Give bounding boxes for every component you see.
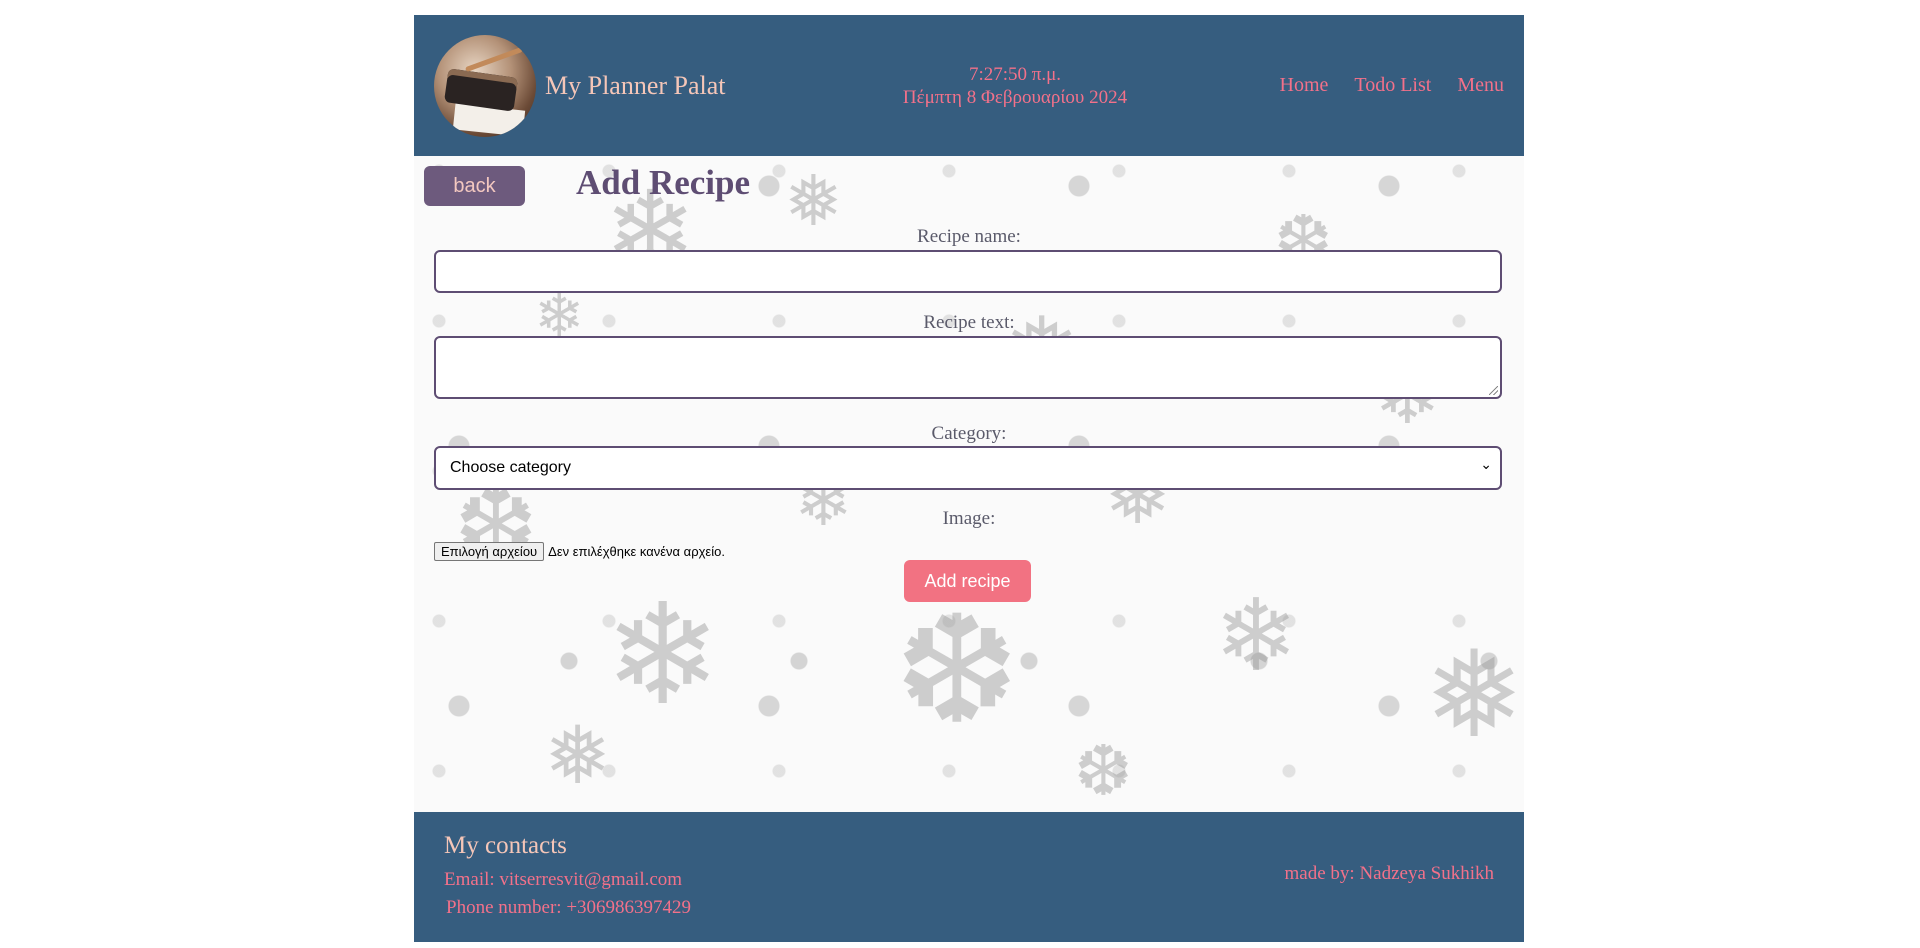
category-select[interactable]: Choose category ⌄ <box>434 446 1502 490</box>
file-status-text: Δεν επιλέχθηκε κανένα αρχείο. <box>548 544 725 559</box>
recipe-text-label: Recipe text: <box>923 312 1015 333</box>
nav-home-link[interactable]: Home <box>1280 74 1329 97</box>
chevron-down-icon: ⌄ <box>1480 456 1492 472</box>
site-header: My Planner Palat 7:27:50 π.μ. Πέμπτη 8 Φ… <box>414 15 1524 156</box>
recipe-text-area[interactable] <box>434 336 1502 399</box>
choose-file-button[interactable]: Επιλογή αρχείου <box>434 542 545 561</box>
category-label: Category: <box>931 423 1007 444</box>
image-file-input: Επιλογή αρχείου Δεν επιλέχθηκε κανένα αρ… <box>434 542 725 561</box>
site-footer: My contacts Email: vitserresvit@gmail.co… <box>414 812 1524 942</box>
snowflake-icon: ❅ <box>544 709 612 802</box>
page: My Planner Palat 7:27:50 π.μ. Πέμπτη 8 Φ… <box>414 15 1524 942</box>
contacts-heading: My contacts <box>444 832 567 859</box>
resize-handle-icon[interactable] <box>1489 386 1498 395</box>
add-recipe-button[interactable]: Add recipe <box>904 560 1031 602</box>
recipe-name-label: Recipe name: <box>917 226 1021 247</box>
contact-email: Email: vitserresvit@gmail.com <box>444 869 683 890</box>
page-title: Add Recipe <box>576 163 751 202</box>
category-selected-value: Choose category <box>450 459 571 476</box>
main-nav: Home Todo List Menu <box>1280 74 1505 97</box>
clock-time: 7:27:50 π.μ. <box>968 64 1062 85</box>
snowflake-icon: ❅ <box>1424 626 1524 765</box>
snowflake-icon: ❆ <box>1074 730 1133 812</box>
snowflake-icon: ❄ <box>1214 577 1298 694</box>
clock: 7:27:50 π.μ. Πέμπτη 8 Φεβρουαρίου 2024 <box>840 63 1190 109</box>
site-title: My Planner Palat <box>545 71 726 100</box>
back-button[interactable]: back <box>424 166 525 206</box>
snowflake-icon: ❆ <box>894 584 1020 758</box>
logo-image <box>434 35 536 137</box>
nav-menu-link[interactable]: Menu <box>1457 74 1504 97</box>
recipe-name-input[interactable] <box>434 250 1502 293</box>
image-label: Image: <box>942 508 996 529</box>
clock-date: Πέμπτη 8 Φεβρουαρίου 2024 <box>902 87 1128 108</box>
contact-phone: Phone number: +306986397429 <box>446 897 692 918</box>
nav-todo-link[interactable]: Todo List <box>1354 74 1431 97</box>
snowflake-icon: ❄ <box>604 574 722 737</box>
author-credit: made by: Nadzeya Sukhikh <box>1284 863 1494 884</box>
main-content: ❄ ❅ ❆ ❄ ❅ ❄ ❆ ❄ ❅ ❄ ❆ ❄ ❅ ❅ ❆ back Add R… <box>414 156 1524 812</box>
